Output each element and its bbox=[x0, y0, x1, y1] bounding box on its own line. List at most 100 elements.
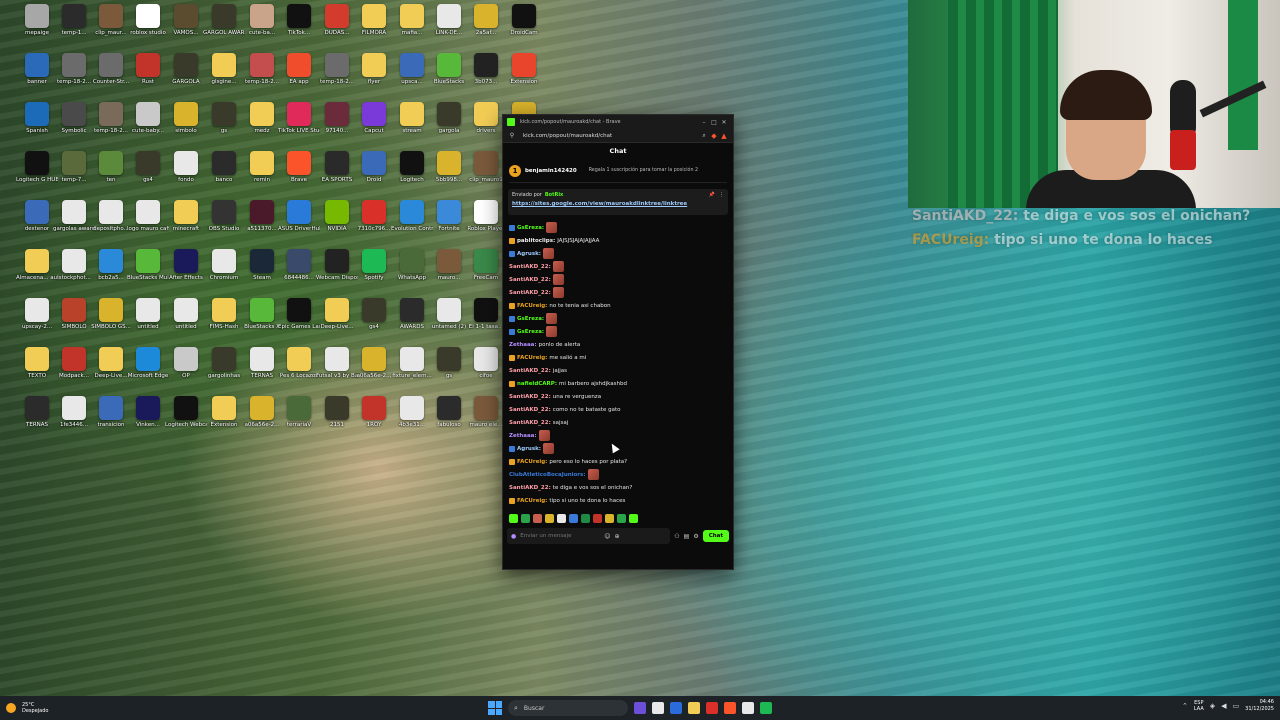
desktop-icon[interactable]: Droid bbox=[355, 151, 393, 196]
user-badge-icon[interactable] bbox=[509, 445, 515, 452]
desktop-icon[interactable]: Chromium bbox=[205, 249, 243, 294]
chat-message[interactable]: FACUreig: no te tenia asi chabon bbox=[509, 299, 727, 312]
desktop-icon[interactable]: Brave bbox=[280, 151, 318, 196]
sticker-icon[interactable]: ⊕ bbox=[615, 533, 620, 540]
desktop-icon[interactable]: gargolinhas bbox=[205, 347, 243, 392]
desktop-icon[interactable]: Modpack... bbox=[55, 347, 93, 392]
desktop-icon[interactable]: 4b3e31... bbox=[393, 396, 431, 441]
desktop-icon[interactable]: DroidCam bbox=[505, 4, 543, 49]
chat-username[interactable]: Zethaaa: bbox=[509, 433, 537, 439]
quick-emote[interactable] bbox=[569, 513, 578, 523]
chat-message[interactable]: FACUreig: pero eso lo haces por plata? bbox=[509, 455, 727, 468]
language-indicator[interactable]: ESP LAA bbox=[1194, 700, 1204, 712]
chat-username[interactable]: Agrusk: bbox=[517, 251, 541, 257]
chat-username[interactable]: SantiAKD_22: bbox=[509, 407, 551, 413]
window-titlebar[interactable]: kick.com/popout/mauroakd/chat - Brave – … bbox=[503, 115, 733, 129]
desktop-icon[interactable]: clip_mauro9 bbox=[467, 151, 505, 196]
site-info-icon[interactable]: ⚲ bbox=[507, 132, 517, 139]
desktop-icon[interactable]: upscay-2... bbox=[18, 298, 56, 343]
taskbar-apps[interactable]: ⌕ Buscar bbox=[488, 700, 772, 716]
desktop-icon[interactable]: EA SPORTS bbox=[318, 151, 356, 196]
quick-emote[interactable] bbox=[509, 513, 518, 523]
desktop-icon[interactable]: ASUS DriverHub bbox=[278, 200, 320, 245]
desktop-icon[interactable]: Steam bbox=[243, 249, 281, 294]
pinned-link[interactable]: https://sites.google.com/view/mauroakdli… bbox=[512, 201, 724, 207]
taskbar-app-icon[interactable] bbox=[652, 702, 664, 714]
chat-username[interactable]: GsEreza: bbox=[517, 316, 544, 322]
url-text[interactable]: kick.com/popout/mauroakd/chat bbox=[523, 133, 699, 139]
chat-username[interactable]: SantiAKD_22: bbox=[509, 264, 551, 270]
desktop-icon[interactable]: mauro... bbox=[430, 249, 468, 294]
chat-username[interactable]: pablitoclips: bbox=[517, 238, 555, 244]
desktop-icon[interactable]: 7310c796... bbox=[355, 200, 393, 245]
clock[interactable]: 04:46 31/12/2025 bbox=[1245, 699, 1274, 713]
desktop-icon[interactable]: GARGOL AWARDS bbox=[203, 4, 245, 49]
desktop-icon[interactable]: Capcut bbox=[355, 102, 393, 147]
chat-username[interactable]: GsEreza: bbox=[517, 225, 544, 231]
desktop-icon[interactable]: logo mauro caffera bbox=[127, 200, 169, 245]
user-badge-icon[interactable] bbox=[509, 237, 515, 244]
chat-username[interactable]: FACUreig: bbox=[517, 355, 547, 361]
desktop-icon[interactable]: banco bbox=[205, 151, 243, 196]
taskbar-app-icon[interactable] bbox=[760, 702, 772, 714]
desktop-icon[interactable]: FILMORA bbox=[355, 4, 393, 49]
chat-message[interactable]: SantiAKD_22: bbox=[509, 286, 727, 299]
taskbar[interactable]: 25°C Despejado ⌕ Buscar ⌃ ESP LAA ◈ ◀ ▭ … bbox=[0, 696, 1280, 720]
network-icon[interactable]: ◈ bbox=[1210, 702, 1215, 710]
taskbar-app-icon[interactable] bbox=[688, 702, 700, 714]
desktop-icon[interactable]: SIMBOLO GS... bbox=[91, 298, 131, 343]
chat-message[interactable]: GsEreza: bbox=[509, 312, 727, 325]
pin-icon[interactable]: 📌 bbox=[709, 192, 715, 198]
desktop-icon[interactable]: FreeCam bbox=[467, 249, 505, 294]
desktop-icon[interactable]: Fortnite bbox=[430, 200, 468, 245]
desktop-icon[interactable]: Webcam Dispositivo bbox=[316, 249, 358, 294]
maximize-icon[interactable]: □ bbox=[709, 119, 719, 126]
quick-emote[interactable] bbox=[557, 513, 566, 523]
desktop-icon[interactable]: SIMBOLO bbox=[55, 298, 93, 343]
user-badge-icon[interactable] bbox=[509, 354, 515, 361]
gift-cta[interactable]: Regala 1 suscripción para tomar la posic… bbox=[589, 168, 698, 173]
desktop-icon[interactable]: a06a56e-2... bbox=[355, 347, 393, 392]
quick-emote[interactable] bbox=[629, 513, 638, 523]
desktop-icon[interactable]: gs bbox=[430, 347, 468, 392]
desktop-icon[interactable]: a06a56e-2... bbox=[243, 396, 281, 441]
desktop-icon[interactable]: Epic Games Launcher bbox=[278, 298, 320, 343]
desktop-icon[interactable]: stream bbox=[393, 102, 431, 147]
gift-user[interactable]: benjamin142420 bbox=[525, 168, 577, 174]
gift-icon[interactable]: ▤ bbox=[684, 533, 690, 540]
chat-username[interactable]: GsEreza: bbox=[517, 329, 544, 335]
desktop-icon[interactable]: cute-baby... bbox=[129, 102, 167, 147]
desktop-icon[interactable]: BlueStacks Multi bbox=[127, 249, 169, 294]
desktop-icon[interactable]: TikTok LIVE Studio bbox=[278, 102, 320, 147]
desktop-icon[interactable]: DUDAS... bbox=[318, 4, 356, 49]
desktop-icon[interactable]: transicion bbox=[92, 396, 130, 441]
address-bar[interactable]: ⚲ kick.com/popout/mauroakd/chat ⌕ ◆ ▲ bbox=[503, 129, 733, 143]
desktop-icon[interactable]: untitled bbox=[129, 298, 167, 343]
desktop-icon[interactable]: 6844486... bbox=[280, 249, 318, 294]
desktop-icon[interactable]: remin bbox=[243, 151, 281, 196]
desktop-icon[interactable]: Logitech Webcam bbox=[165, 396, 207, 441]
quick-emote[interactable] bbox=[617, 513, 626, 523]
desktop-icon[interactable]: Spanish bbox=[18, 102, 56, 147]
quick-emote[interactable] bbox=[533, 513, 542, 523]
weather-widget[interactable]: 25°C Despejado bbox=[6, 702, 48, 714]
chat-username[interactable]: FACUreig: bbox=[517, 303, 547, 309]
desktop-icon[interactable]: gargola bbox=[430, 102, 468, 147]
desktop-icon[interactable]: destenor bbox=[18, 200, 56, 245]
brave-chat-window[interactable]: kick.com/popout/mauroakd/chat - Brave – … bbox=[502, 114, 734, 570]
desktop-icon[interactable]: Deep-Live... bbox=[92, 347, 130, 392]
quick-emote[interactable] bbox=[545, 513, 554, 523]
chat-username[interactable]: Zethaaa: bbox=[509, 342, 537, 348]
desktop-icon[interactable]: medz bbox=[243, 102, 281, 147]
chat-message[interactable]: Agrusk: bbox=[509, 247, 727, 260]
desktop-icon[interactable]: untitled bbox=[167, 298, 205, 343]
quick-emote[interactable] bbox=[593, 513, 602, 523]
chat-username[interactable]: SantiAKD_22: bbox=[509, 277, 551, 283]
chat-message[interactable]: SantiAKD_22: te diga e vos sos el onichan… bbox=[509, 481, 727, 494]
brave-rewards-icon[interactable]: ▲ bbox=[719, 132, 729, 140]
desktop-icon[interactable]: WhatsApp bbox=[393, 249, 431, 294]
desktop-icon[interactable]: gs bbox=[205, 102, 243, 147]
desktop-icon[interactable]: 5bb998... bbox=[430, 151, 468, 196]
desktop-icon[interactable]: temp-1... bbox=[55, 4, 93, 49]
minimize-icon[interactable]: – bbox=[699, 119, 709, 126]
